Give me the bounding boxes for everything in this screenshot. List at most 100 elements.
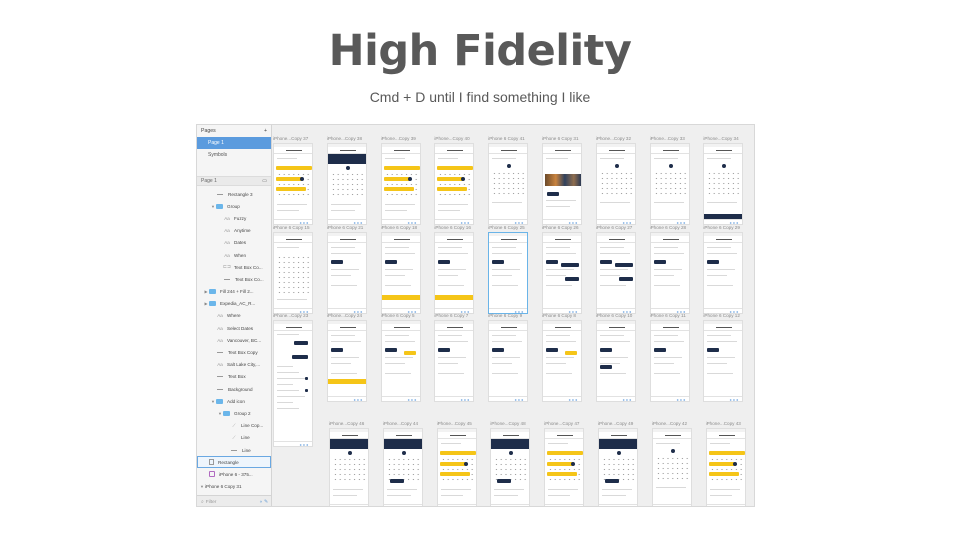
layer-item[interactable]: ▼ Group (197, 200, 271, 212)
artboard-label[interactable]: iPhone...Copy 39 (381, 136, 431, 141)
artboard-label[interactable]: iPhone 6 Copy 41 (488, 136, 538, 141)
layer-item[interactable]: Aa When (197, 249, 271, 261)
artboard-label[interactable]: iPhone 6 Copy 25 (488, 225, 538, 230)
artboard[interactable] (490, 428, 531, 506)
artboard[interactable] (488, 320, 529, 402)
layer-item[interactable]: Aa Salt Lake City,... (197, 359, 271, 371)
artboard[interactable] (703, 320, 744, 402)
artboard[interactable] (434, 143, 475, 225)
artboard-label[interactable]: iPhone...Copy 34 (703, 136, 753, 141)
artboard[interactable] (488, 232, 529, 314)
layer-item[interactable]: ▼ Group 2 (197, 407, 271, 419)
artboard-label[interactable]: iPhone...Copy 44 (383, 421, 433, 426)
artboard[interactable] (434, 320, 475, 402)
artboard[interactable] (434, 232, 475, 314)
artboard[interactable] (544, 428, 585, 506)
artboard[interactable] (649, 143, 690, 225)
layer-item[interactable]: Rectangle (197, 456, 271, 469)
artboard[interactable] (436, 428, 477, 506)
layer-item[interactable]: Aa Select Dates (197, 322, 271, 334)
artboard[interactable] (542, 232, 582, 314)
artboard-label[interactable]: iPhone...Copy 42 (652, 421, 702, 426)
page-item-page-1[interactable]: Page 1 (197, 137, 271, 149)
artboard-label[interactable]: iPhone...Copy 45 (437, 421, 487, 426)
artboard-label[interactable]: iPhone...Copy 24 (327, 313, 377, 318)
artboard[interactable] (595, 320, 636, 402)
layer-item[interactable]: Aa Fuzzy (197, 212, 271, 224)
artboard-label[interactable]: iPhone...Copy 48 (490, 421, 540, 426)
artboard-label[interactable]: iPhone 6 Copy 5 (381, 313, 431, 318)
artboard[interactable] (542, 320, 582, 402)
page-item-symbols[interactable]: Symbols (197, 149, 271, 161)
artboard[interactable] (705, 428, 746, 506)
artboard[interactable] (273, 320, 313, 447)
artboard[interactable] (703, 232, 744, 314)
artboard[interactable] (703, 143, 744, 225)
artboard[interactable] (326, 232, 367, 314)
layer-tools[interactable]: ◑ ✎ (259, 500, 268, 505)
artboard-label[interactable]: iPhone 6 Copy 12 (703, 313, 753, 318)
collapse-icon[interactable]: ▭ (262, 178, 267, 184)
add-page-icon[interactable]: + (264, 128, 267, 134)
artboard-label[interactable]: iPhone...Copy 33 (650, 136, 700, 141)
artboard[interactable] (329, 428, 369, 506)
artboard-label[interactable]: iPhone...Copy 40 (434, 136, 484, 141)
artboard[interactable] (649, 320, 690, 402)
artboard-label[interactable]: iPhone 6 Copy 21 (327, 225, 377, 230)
artboard[interactable] (380, 320, 421, 402)
artboard[interactable] (488, 143, 529, 225)
artboard-label[interactable]: iPhone...Copy 38 (327, 136, 377, 141)
artboard[interactable] (326, 143, 367, 225)
layer-item[interactable]: Aa Dates (197, 237, 271, 249)
layer-item[interactable]: ⟋ Line Cop... (197, 420, 271, 432)
layer-item[interactable]: Aa Where (197, 310, 271, 322)
artboard-label[interactable]: iPhone 6 Copy 7 (434, 313, 484, 318)
layer-item[interactable]: ▶ Fill 244 + Fill 2... (197, 286, 271, 298)
artboard-label[interactable]: iPhone...Copy 43 (706, 421, 754, 426)
artboard[interactable] (380, 232, 421, 314)
artboard-label[interactable]: iPhone 6 Copy 27 (596, 225, 646, 230)
artboard[interactable] (273, 143, 313, 225)
group-icon[interactable]: ◑ (259, 500, 262, 505)
artboard[interactable] (595, 232, 636, 314)
layer-item[interactable]: iPhone 6 - 375... (197, 468, 271, 480)
artboard-label[interactable]: iPhone...Copy 47 (544, 421, 594, 426)
artboard[interactable] (595, 143, 636, 225)
artboard[interactable] (273, 232, 313, 314)
layer-item[interactable]: ⊏⊐ Text Box Co... (197, 261, 271, 273)
layer-item[interactable]: Rectangle 3 (197, 188, 271, 200)
artboard-label[interactable]: iPhone 6 Copy 28 (650, 225, 700, 230)
artboard[interactable] (326, 320, 367, 402)
artboard-label[interactable]: iPhone 6 Copy 15 (273, 225, 323, 230)
layer-item[interactable]: Text Box Copy (197, 346, 271, 358)
artboard-label[interactable]: iPhone 6 Copy 26 (542, 225, 592, 230)
edit-icon[interactable]: ✎ (264, 500, 268, 505)
layer-item[interactable]: Text Box (197, 371, 271, 383)
artboard[interactable] (649, 232, 690, 314)
artboard-canvas[interactable]: iPhone...Copy 37 iPhone...Copy 38 iPhone..… (272, 125, 754, 506)
layer-item[interactable]: Background (197, 383, 271, 395)
artboard-label[interactable]: iPhone 6 Copy 8 (542, 313, 592, 318)
artboard-label[interactable]: iPhone 6 Copy 9 (488, 313, 538, 318)
artboard-label[interactable]: iPhone 6 Copy 18 (381, 225, 431, 230)
artboard[interactable] (542, 143, 582, 225)
artboard-label[interactable]: iPhone...Copy 37 (273, 136, 323, 141)
artboard-label[interactable]: iPhone 6 Copy 16 (434, 225, 484, 230)
artboard-label[interactable]: iPhone...Copy 49 (598, 421, 648, 426)
artboard-label[interactable]: iPhone...Copy 23 (273, 313, 323, 318)
artboard-label[interactable]: iPhone 6 Copy 29 (703, 225, 753, 230)
artboard[interactable] (380, 143, 421, 225)
layer-item[interactable]: ▶ Expedia_AC_R... (197, 298, 271, 310)
artboard[interactable] (598, 428, 638, 506)
layer-item[interactable]: Aa Vancouver, BC... (197, 334, 271, 346)
layer-item[interactable]: Text Box Co... (197, 273, 271, 285)
artboard[interactable] (382, 428, 423, 506)
artboard-label[interactable]: iPhone 6 Copy 31 (542, 136, 592, 141)
layer-item[interactable]: Line (197, 444, 271, 456)
layer-item[interactable]: Aa Anytime (197, 225, 271, 237)
artboard-label[interactable]: iPhone...Copy 46 (329, 421, 379, 426)
layer-item[interactable]: ⟋ Line (197, 432, 271, 444)
layer-item[interactable]: ▼ iPhone 6 Copy 31 (197, 481, 271, 493)
layer-item[interactable]: ▼ Add icon (197, 395, 271, 407)
filter-field[interactable]: ⌕ Filter (201, 499, 216, 506)
